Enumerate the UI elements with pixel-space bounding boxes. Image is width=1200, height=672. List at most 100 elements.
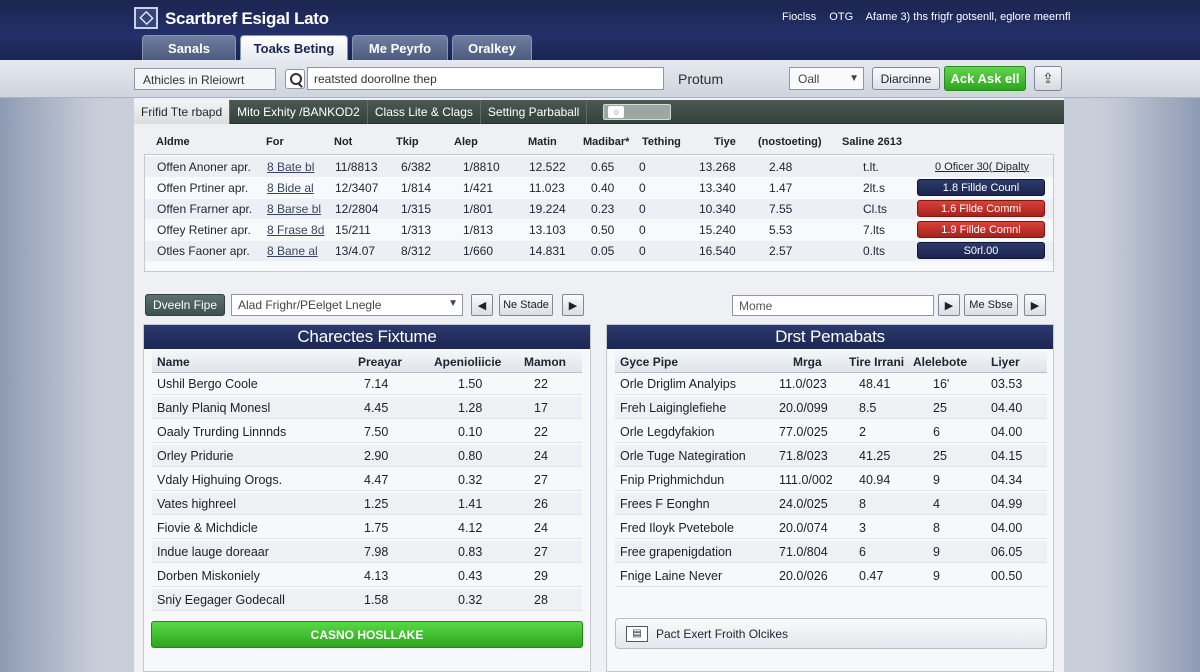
subtab-4[interactable]: Setting Parbaball xyxy=(481,100,588,124)
col-header[interactable]: Alep xyxy=(454,136,478,148)
row-link[interactable]: 8 Bide al xyxy=(267,181,314,195)
cell: Frees F Eonghn xyxy=(620,497,710,511)
table-row[interactable]: Offen Anoner apr. 8 Bate bl 11/8813 6/38… xyxy=(145,157,1053,177)
col-header[interactable]: Tkip xyxy=(396,136,419,148)
status-badge[interactable]: 0 Oficer 30( Dipalty xyxy=(917,158,1045,175)
row-name: Offen Prtiner apr. xyxy=(157,181,249,195)
header-link-3[interactable]: Afame 3) ths frigfr gotsenll, eglore mee… xyxy=(866,11,1071,23)
col-header[interactable]: Tiye xyxy=(714,136,736,148)
next-icon[interactable]: ▶ xyxy=(562,294,584,316)
subtab-2[interactable]: Mito Exhity /BANKOD2 xyxy=(230,100,368,124)
col-header[interactable]: Aldme xyxy=(156,136,190,148)
list-item[interactable]: Frees F Eonghn 24.0/025 8 4 04.99 xyxy=(615,493,1047,515)
list-item[interactable]: Freh Laiginglefiehe 20.0/099 8.5 25 04.4… xyxy=(615,397,1047,419)
status-badge[interactable]: 1.6 Fllde Commi xyxy=(917,200,1045,217)
export-icon[interactable]: ⇪ xyxy=(1034,66,1062,91)
cell: 9 xyxy=(933,545,940,559)
list-item[interactable]: Indue lauge doreaar 7.98 0.83 27 xyxy=(152,541,582,563)
cell: 8 xyxy=(933,521,940,535)
list-item[interactable]: Vates highreel 1.25 1.41 26 xyxy=(152,493,582,515)
status-badge[interactable]: 1.8 Fillde Counl xyxy=(917,179,1045,196)
search-icon[interactable] xyxy=(285,69,305,89)
col-header[interactable]: Alelebote xyxy=(913,355,967,369)
table-row[interactable]: Otles Faoner apr. 8 Bane al 13/4.07 8/31… xyxy=(145,241,1053,261)
view-toggle[interactable]: ○ xyxy=(603,104,672,120)
list-item[interactable]: Sniy Eegager Godecall 1.58 0.32 28 xyxy=(152,589,582,611)
tab-oralkey[interactable]: Oralkey xyxy=(452,35,532,60)
search-toolbar: Athicles in Rleiowrt reatsted doorollne … xyxy=(0,60,1200,98)
list-item[interactable]: Fiovie & Michdicle 1.75 4.12 24 xyxy=(152,517,582,539)
col-header[interactable]: Tire Irrani xyxy=(849,355,904,369)
right-filter-input[interactable]: Mome xyxy=(732,295,934,316)
col-header[interactable]: Gyce Pipe xyxy=(620,355,678,369)
header-link-2[interactable]: OTG xyxy=(829,11,853,23)
col-header[interactable]: Liyer xyxy=(991,355,1020,369)
search-input[interactable]: reatsted doorollne thep xyxy=(307,67,664,90)
row-link[interactable]: 8 Barse bl xyxy=(267,202,321,216)
row-link[interactable]: 8 Frase 8d xyxy=(267,223,324,237)
list-item[interactable]: Orle Driglim Analyips 11.0/023 48.41 16'… xyxy=(615,373,1047,395)
status-badge[interactable]: S0rl.00 xyxy=(917,242,1045,259)
col-header[interactable]: For xyxy=(266,136,284,148)
next-icon[interactable]: ▶ xyxy=(1024,294,1046,316)
tab-sanals[interactable]: Sanals xyxy=(142,35,236,60)
list-item[interactable]: Free grapenigdation 71.0/804 6 9 06.05 xyxy=(615,541,1047,563)
tab-me-peyrfo[interactable]: Me Peyrfo xyxy=(352,35,448,60)
table-row[interactable]: Offen Prtiner apr. 8 Bide al 12/3407 1/8… xyxy=(145,178,1053,198)
list-item[interactable]: Orle Tuge Nategiration 71.8/023 41.25 25… xyxy=(615,445,1047,467)
subtab-3[interactable]: Class Lite & Clags xyxy=(368,100,481,124)
cell: 22 xyxy=(534,377,548,391)
list-item[interactable]: Orle Legdyfakion 77.0/025 2 6 04.00 xyxy=(615,421,1047,443)
col-header[interactable]: Preayar xyxy=(358,355,402,369)
cell: Fnige Laine Never xyxy=(620,569,723,583)
casino-hosllake-button[interactable]: CASNO HOSLLAKE xyxy=(151,621,583,648)
list-item[interactable]: Fnip Prighmichdun 111.0/002 40.94 9 04.3… xyxy=(615,469,1047,491)
table-row[interactable]: Offen Frarner apr. 8 Barse bl 12/2804 1/… xyxy=(145,199,1053,219)
prev-icon[interactable]: ◀ xyxy=(471,294,493,316)
cell: Indue lauge doreaar xyxy=(157,545,269,559)
cell: 2 xyxy=(859,425,866,439)
list-item[interactable]: Orley Pridurie 2.90 0.80 24 xyxy=(152,445,582,467)
subtab-1[interactable]: Frifid Tte rbapd xyxy=(134,100,231,124)
state-button-right[interactable]: Me Sbse xyxy=(964,294,1018,316)
filter-type-button[interactable]: Dveeln Fipe xyxy=(145,294,225,316)
cell: 4.12 xyxy=(458,521,483,535)
col-header[interactable]: (nostoeting) xyxy=(758,136,822,148)
col-header[interactable]: Mrga xyxy=(793,355,822,369)
cell: 7.55 xyxy=(769,202,793,216)
cell: Orle Legdyfakion xyxy=(620,425,715,439)
row-link[interactable]: 8 Bate bl xyxy=(267,160,314,174)
list-item[interactable]: Banly Planiq Monesl 4.45 1.28 17 xyxy=(152,397,582,419)
next-icon[interactable]: ▶ xyxy=(938,294,960,316)
list-item[interactable]: Dorben Miskoniely 4.13 0.43 29 xyxy=(152,565,582,587)
col-header[interactable]: Mamon xyxy=(524,355,566,369)
cell: 0.lts xyxy=(863,244,886,258)
list-item[interactable]: Fred Iloyk Pvetebole 20.0/074 3 8 04.00 xyxy=(615,517,1047,539)
add-button[interactable]: Ack Ask ell xyxy=(944,66,1026,91)
list-item[interactable]: Vdaly Highuing Orogs. 4.47 0.32 27 xyxy=(152,469,582,491)
category-select[interactable]: Athicles in Rleiowrt xyxy=(134,68,276,90)
filter-select[interactable]: Alad Frighr/PEelget Lnegle ▼ xyxy=(231,294,463,316)
discard-button[interactable]: Diarcinne xyxy=(872,67,940,90)
col-header[interactable]: Saline 2613 xyxy=(842,136,902,148)
list-item[interactable]: Fnige Laine Never 20.0/026 0.47 9 00.50 xyxy=(615,565,1047,587)
col-header[interactable]: Apenioliicie xyxy=(434,355,501,369)
col-header[interactable]: Tething xyxy=(642,136,681,148)
status-badge[interactable]: 1.9 Fillde Comnl xyxy=(917,221,1045,238)
table-row[interactable]: Offey Retiner apr. 8 Frase 8d 15/211 1/3… xyxy=(145,220,1053,240)
list-item[interactable]: Ushil Bergo Coole 7.14 1.50 22 xyxy=(152,373,582,395)
tab-toaks-beting[interactable]: Toaks Beting xyxy=(240,35,348,60)
cell: 13.340 xyxy=(699,181,736,195)
cell: 1/660 xyxy=(463,244,494,258)
header-link-1[interactable]: Fioclss xyxy=(782,11,816,23)
col-header[interactable]: Not xyxy=(334,136,352,148)
row-link[interactable]: 8 Bane al xyxy=(267,244,318,258)
scope-dropdown[interactable]: Oall ▼ xyxy=(789,67,864,90)
state-button-left[interactable]: Ne Stade xyxy=(499,294,553,316)
col-header[interactable]: Matin xyxy=(528,136,557,148)
export-button[interactable]: ▤ Pact Exert Froith Olcikes xyxy=(615,618,1047,649)
list-item[interactable]: Oaaly Trurding Linnnds 7.50 0.10 22 xyxy=(152,421,582,443)
col-header[interactable]: Name xyxy=(157,355,190,369)
col-header[interactable]: Madibar* xyxy=(583,136,629,148)
app-logo-icon[interactable] xyxy=(134,7,158,29)
